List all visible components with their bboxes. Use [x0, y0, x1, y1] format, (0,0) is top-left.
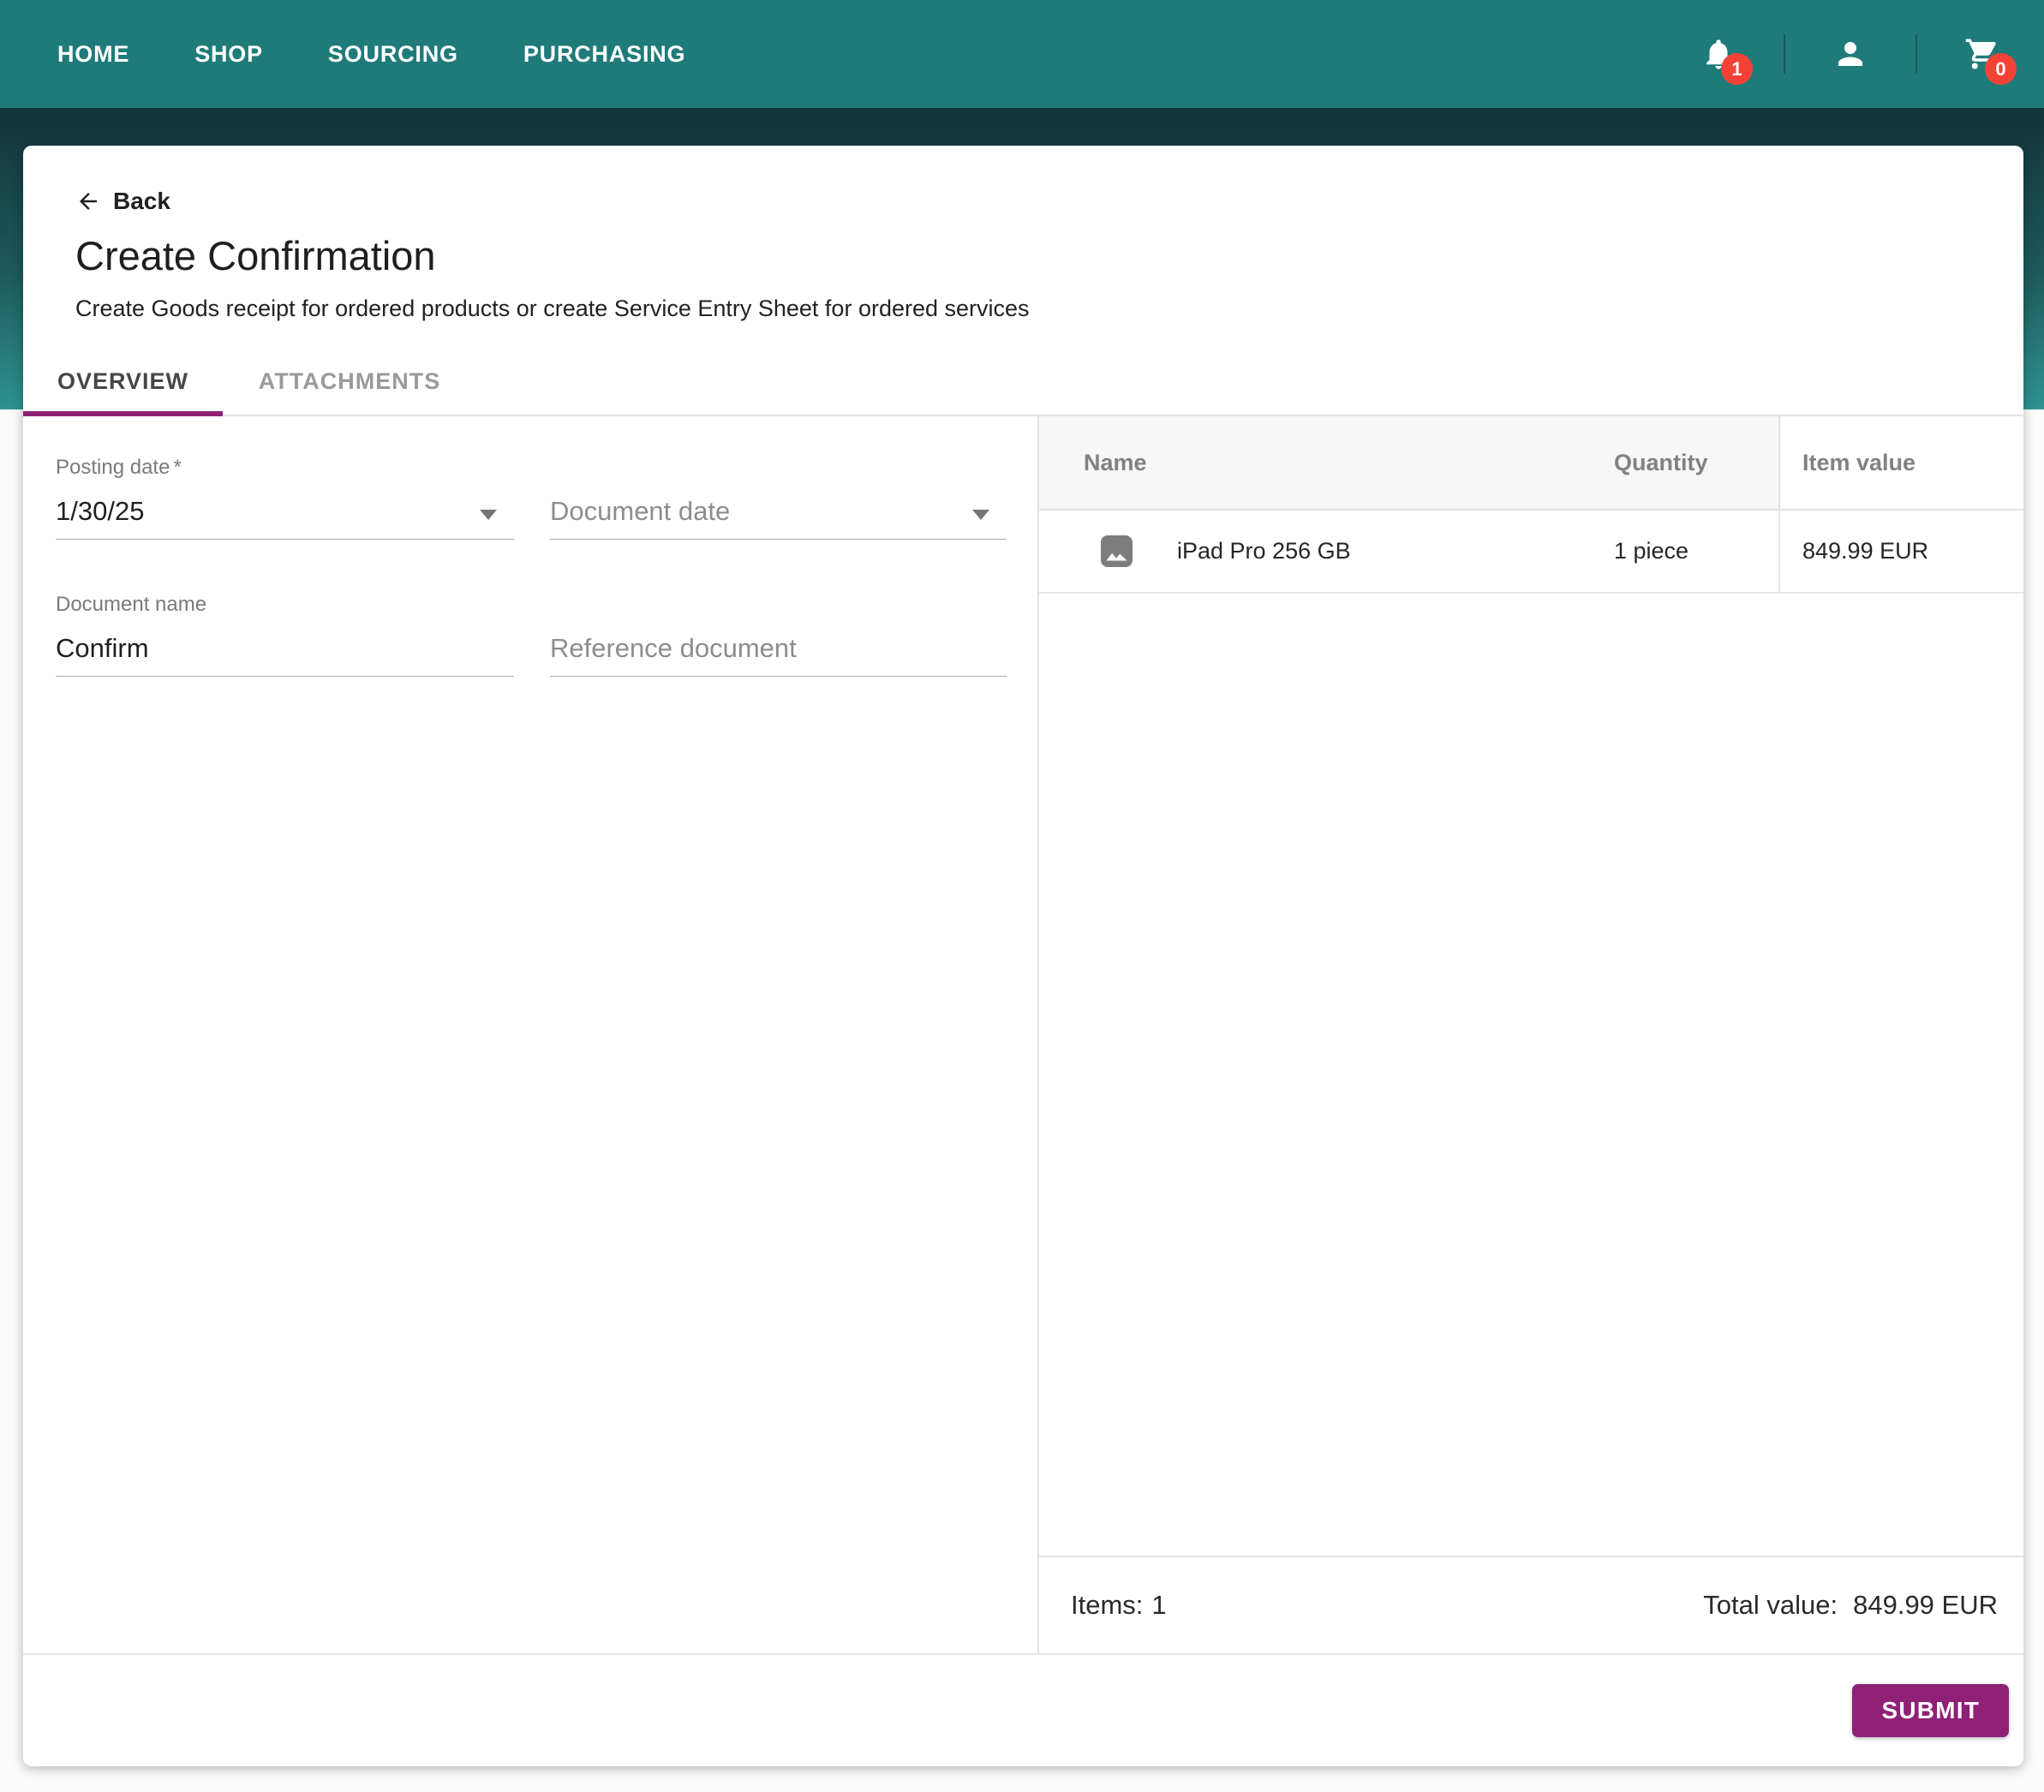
- reference-document-placeholder: Reference document: [550, 633, 797, 664]
- total-value-label: Total value:: [1703, 1590, 1838, 1621]
- nav-item-shop[interactable]: SHOP: [194, 41, 263, 68]
- document-name-label: Document name: [56, 593, 514, 618]
- document-date-dropdown-arrow-icon[interactable]: [972, 510, 989, 520]
- cart-badge: 0: [1985, 53, 2017, 85]
- table-row-left: iPad Pro 256 GB: [1039, 511, 1614, 592]
- product-quantity: 1 piece: [1614, 511, 1778, 592]
- total-value-amount: 849.99 EUR: [1853, 1590, 1998, 1621]
- document-date-field: Document date: [550, 456, 1007, 540]
- nav-item-sourcing[interactable]: SOURCING: [328, 41, 458, 68]
- table-header-left: Name Quantity: [1039, 416, 1778, 509]
- create-confirmation-card: Back Create Confirmation Create Goods re…: [23, 146, 2023, 1766]
- notifications-button[interactable]: 1: [1691, 27, 1746, 81]
- notifications-badge: 1: [1721, 53, 1753, 85]
- document-name-input[interactable]: Confirm: [56, 627, 514, 677]
- nav-actions: 1 0: [1691, 27, 2010, 81]
- back-label: Back: [113, 188, 170, 215]
- items-count: Items: 1: [1071, 1590, 1167, 1621]
- nav-divider: [1916, 34, 1917, 74]
- reference-document-input[interactable]: Reference document: [550, 627, 1007, 677]
- table-row[interactable]: iPad Pro 256 GB 1 piece 849.99 EUR: [1039, 511, 2023, 594]
- product-item-value: 849.99 EUR: [1778, 511, 2023, 592]
- submit-button[interactable]: SUBMIT: [1852, 1684, 2009, 1737]
- top-navbar: HOME SHOP SOURCING PURCHASING 1 0: [0, 0, 2044, 108]
- document-date-label-spacer: [550, 456, 1007, 481]
- tab-attachments[interactable]: ATTACHMENTS: [223, 348, 476, 415]
- card-header: Back Create Confirmation Create Goods re…: [23, 146, 2023, 322]
- nav-links: HOME SHOP SOURCING PURCHASING: [57, 41, 685, 68]
- nav-item-home[interactable]: HOME: [57, 41, 129, 68]
- column-header-item-value: Item value: [1778, 416, 2023, 509]
- posting-date-dropdown-arrow-icon[interactable]: [480, 510, 497, 520]
- page-subtitle: Create Goods receipt for ordered product…: [75, 295, 1971, 322]
- overview-content: Posting date* 1/30/25 Document date: [23, 416, 2023, 1653]
- column-header-name: Name: [1039, 416, 1614, 509]
- table-header: Name Quantity Item value: [1039, 416, 2023, 511]
- posting-date-field: Posting date* 1/30/25: [56, 456, 514, 540]
- back-arrow-icon: [75, 188, 101, 214]
- cart-button[interactable]: 0: [1955, 27, 2010, 81]
- document-name-value: Confirm: [56, 633, 149, 664]
- document-date-placeholder: Document date: [550, 496, 730, 527]
- document-name-field: Document name Confirm: [56, 593, 514, 677]
- tab-bar: OVERVIEW ATTACHMENTS: [23, 348, 2023, 416]
- table-empty-space: [1039, 594, 2023, 1556]
- posting-date-label: Posting date*: [56, 456, 514, 481]
- form-panel: Posting date* 1/30/25 Document date: [23, 416, 1037, 1653]
- nav-item-purchasing[interactable]: PURCHASING: [523, 41, 686, 68]
- account-button[interactable]: [1823, 27, 1878, 81]
- product-image-icon: [1101, 535, 1133, 567]
- total-value: Total value: 849.99 EUR: [1703, 1590, 1998, 1621]
- posting-date-value: 1/30/25: [56, 496, 144, 527]
- tab-overview[interactable]: OVERVIEW: [23, 348, 223, 415]
- required-marker: *: [173, 456, 181, 479]
- person-icon: [1832, 36, 1868, 72]
- nav-divider: [1784, 34, 1785, 74]
- document-date-input[interactable]: Document date: [550, 490, 1007, 540]
- page-title: Create Confirmation: [75, 233, 1971, 279]
- posting-date-input[interactable]: 1/30/25: [56, 490, 514, 540]
- reference-document-field: Reference document: [550, 593, 1007, 677]
- submit-row: SUBMIT: [23, 1653, 2023, 1766]
- reference-document-label-spacer: [550, 593, 1007, 618]
- back-button[interactable]: Back: [75, 187, 170, 216]
- column-header-quantity: Quantity: [1614, 416, 1778, 509]
- items-table-panel: Name Quantity Item value iPad Pro 256 GB…: [1037, 416, 2023, 1653]
- table-footer: Items: 1 Total value: 849.99 EUR: [1039, 1556, 2023, 1653]
- product-name: iPad Pro 256 GB: [1177, 538, 1351, 564]
